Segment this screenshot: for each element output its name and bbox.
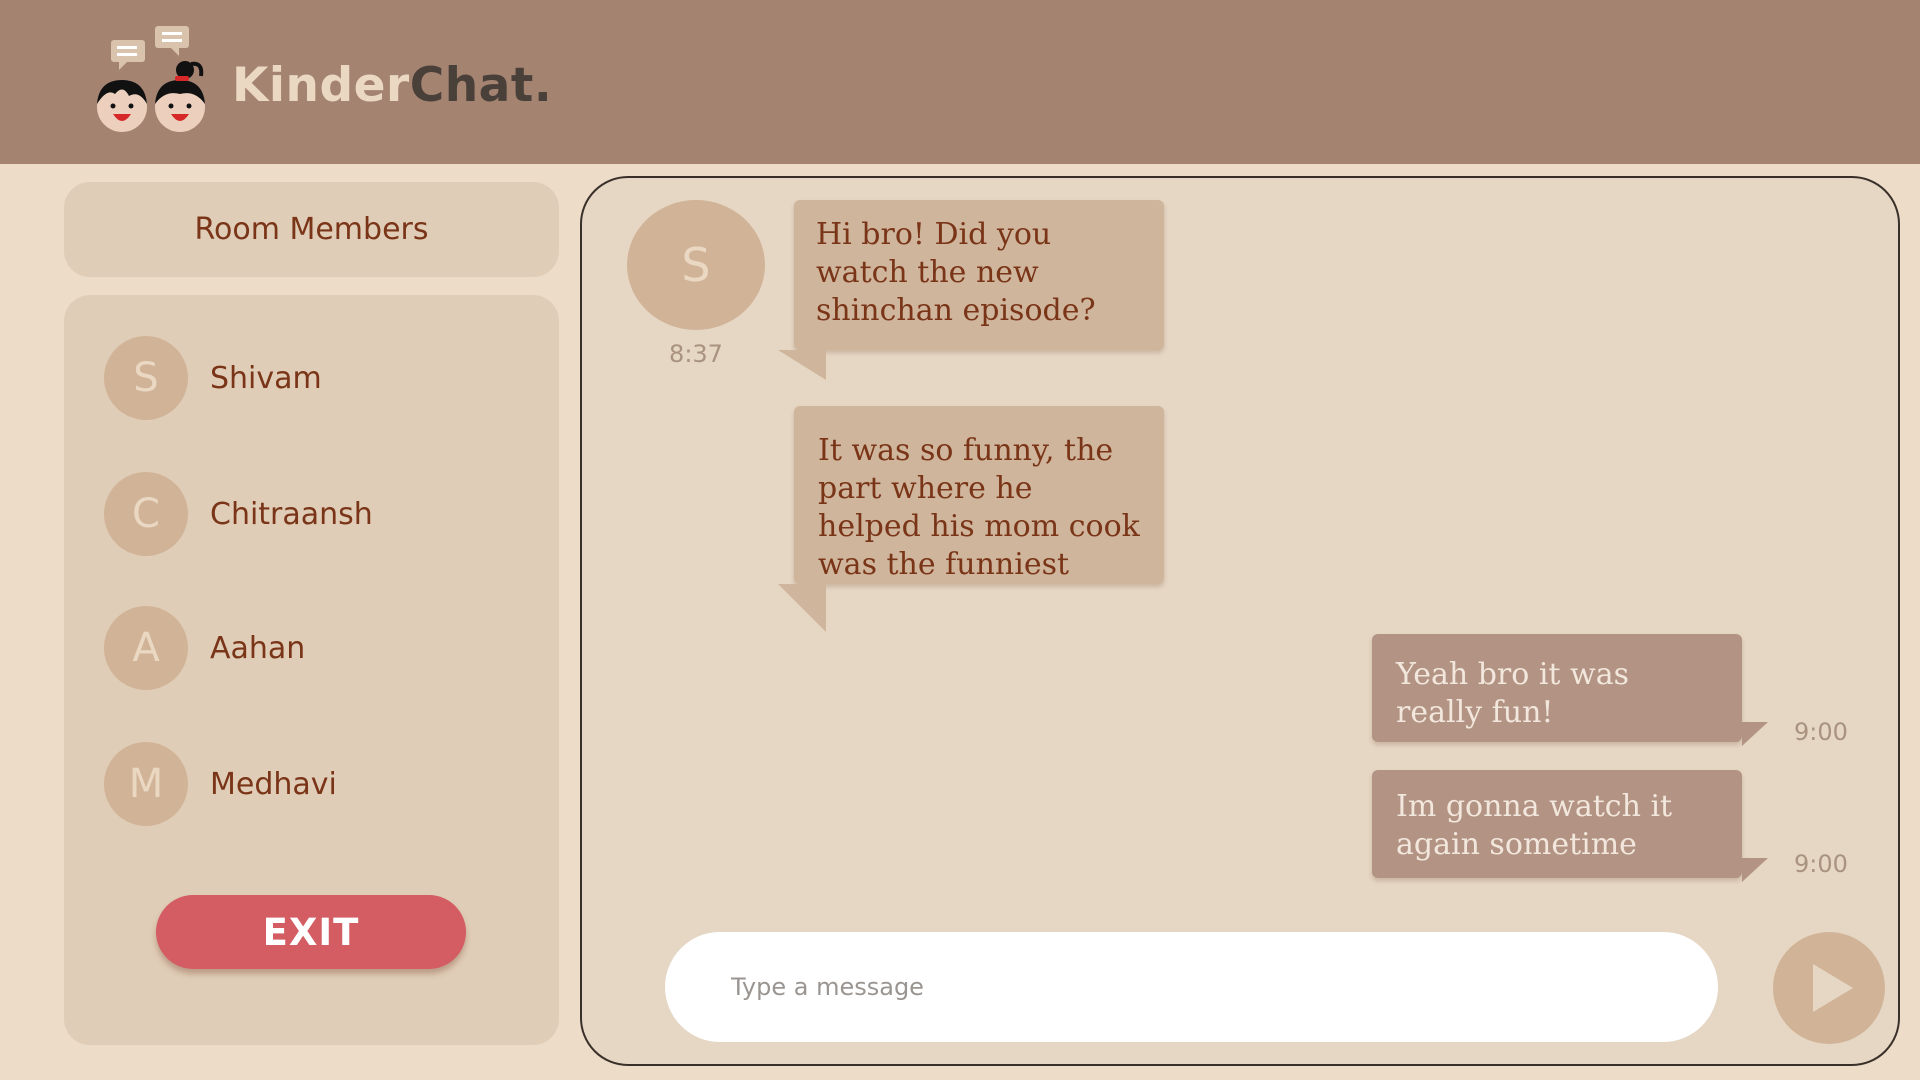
avatar: M: [104, 742, 188, 826]
app-header: KinderChat.: [0, 0, 1920, 164]
brand-part-chat: Chat.: [409, 58, 553, 113]
bubble-tail: [778, 350, 826, 380]
message-timestamp: 9:00: [1794, 850, 1848, 878]
member-name: Medhavi: [210, 766, 337, 802]
bubble-tail: [1742, 858, 1768, 882]
outgoing-message-bubble: Yeah bro it was really fun!: [1372, 634, 1742, 742]
app-brand-title: KinderChat.: [232, 56, 552, 116]
member-name: Chitraansh: [210, 496, 373, 532]
message-timestamp: 9:00: [1794, 718, 1848, 746]
message-text: Hi bro! Did you watch the new shinchan e…: [816, 217, 1096, 328]
room-members-title: Room Members: [194, 212, 429, 247]
member-item-shivam: S Shivam: [104, 336, 524, 420]
incoming-message-bubble: Hi bro! Did you watch the new shinchan e…: [794, 200, 1164, 350]
message-input[interactable]: [665, 932, 1718, 1042]
room-members-header: Room Members: [64, 182, 559, 277]
outgoing-message-bubble: Im gonna watch it again sometime: [1372, 770, 1742, 878]
member-name: Aahan: [210, 630, 306, 666]
avatar: S: [627, 200, 765, 330]
send-play-icon: [1813, 964, 1853, 1012]
brand-part-kinder: Kinder: [232, 58, 410, 113]
member-item-medhavi: M Medhavi: [104, 742, 524, 826]
message-text: It was so funny, the part where he helpe…: [818, 433, 1140, 582]
member-item-aahan: A Aahan: [104, 606, 524, 690]
exit-button[interactable]: EXIT: [156, 895, 466, 969]
chat-panel: S 8:37 Hi bro! Did you watch the new shi…: [580, 176, 1900, 1066]
bubble-tail: [778, 584, 826, 632]
bubble-tail: [1742, 722, 1768, 746]
member-name: Shivam: [210, 360, 322, 396]
message-text: Yeah bro it was really fun!: [1396, 657, 1629, 730]
message-text: Im gonna watch it again sometime: [1396, 789, 1673, 862]
room-members-panel: S Shivam C Chitraansh A Aahan M Medhavi …: [64, 295, 559, 1045]
message-timestamp: 8:37: [669, 340, 723, 368]
send-button[interactable]: [1773, 932, 1885, 1044]
avatar: C: [104, 472, 188, 556]
kinderchat-logo-icon: [95, 24, 207, 136]
avatar: S: [104, 336, 188, 420]
member-item-chitraansh: C Chitraansh: [104, 472, 524, 556]
incoming-message-bubble: It was so funny, the part where he helpe…: [794, 406, 1164, 584]
avatar: A: [104, 606, 188, 690]
